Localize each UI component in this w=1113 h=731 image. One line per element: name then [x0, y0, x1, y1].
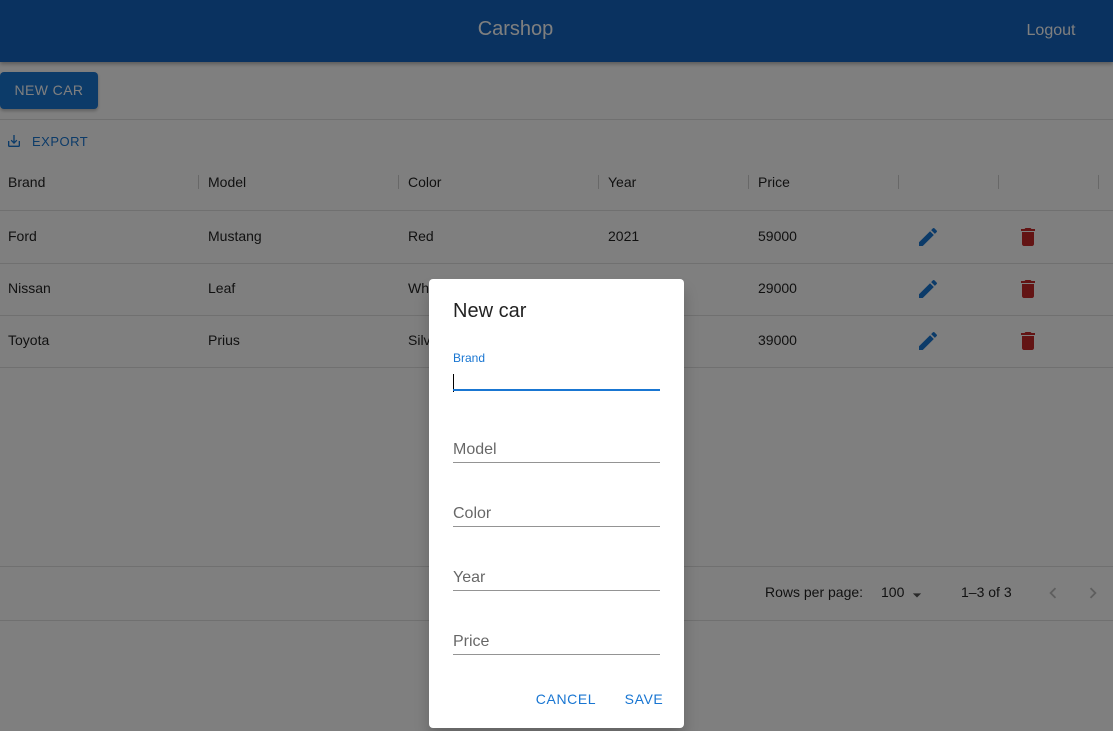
- field-underline: [453, 526, 660, 527]
- brand-field[interactable]: Brand: [453, 351, 660, 392]
- save-button[interactable]: SAVE: [621, 691, 667, 711]
- color-field[interactable]: Color: [453, 487, 660, 527]
- model-field[interactable]: Model: [453, 423, 660, 463]
- year-field[interactable]: Year: [453, 551, 660, 591]
- field-underline: [453, 462, 660, 463]
- field-underline: [453, 590, 660, 591]
- brand-field-label: Brand: [453, 351, 486, 365]
- dialog-title: New car: [453, 300, 527, 322]
- price-field-label: Price: [453, 633, 490, 650]
- field-underline: [453, 389, 660, 391]
- model-field-label: Model: [453, 441, 497, 458]
- field-underline: [453, 654, 660, 655]
- new-car-dialog: New car Brand Model Color Year Price CAN…: [429, 279, 684, 728]
- cancel-button[interactable]: CANCEL: [533, 691, 599, 711]
- price-field[interactable]: Price: [453, 615, 660, 655]
- color-field-label: Color: [453, 505, 492, 522]
- year-field-label: Year: [453, 569, 486, 586]
